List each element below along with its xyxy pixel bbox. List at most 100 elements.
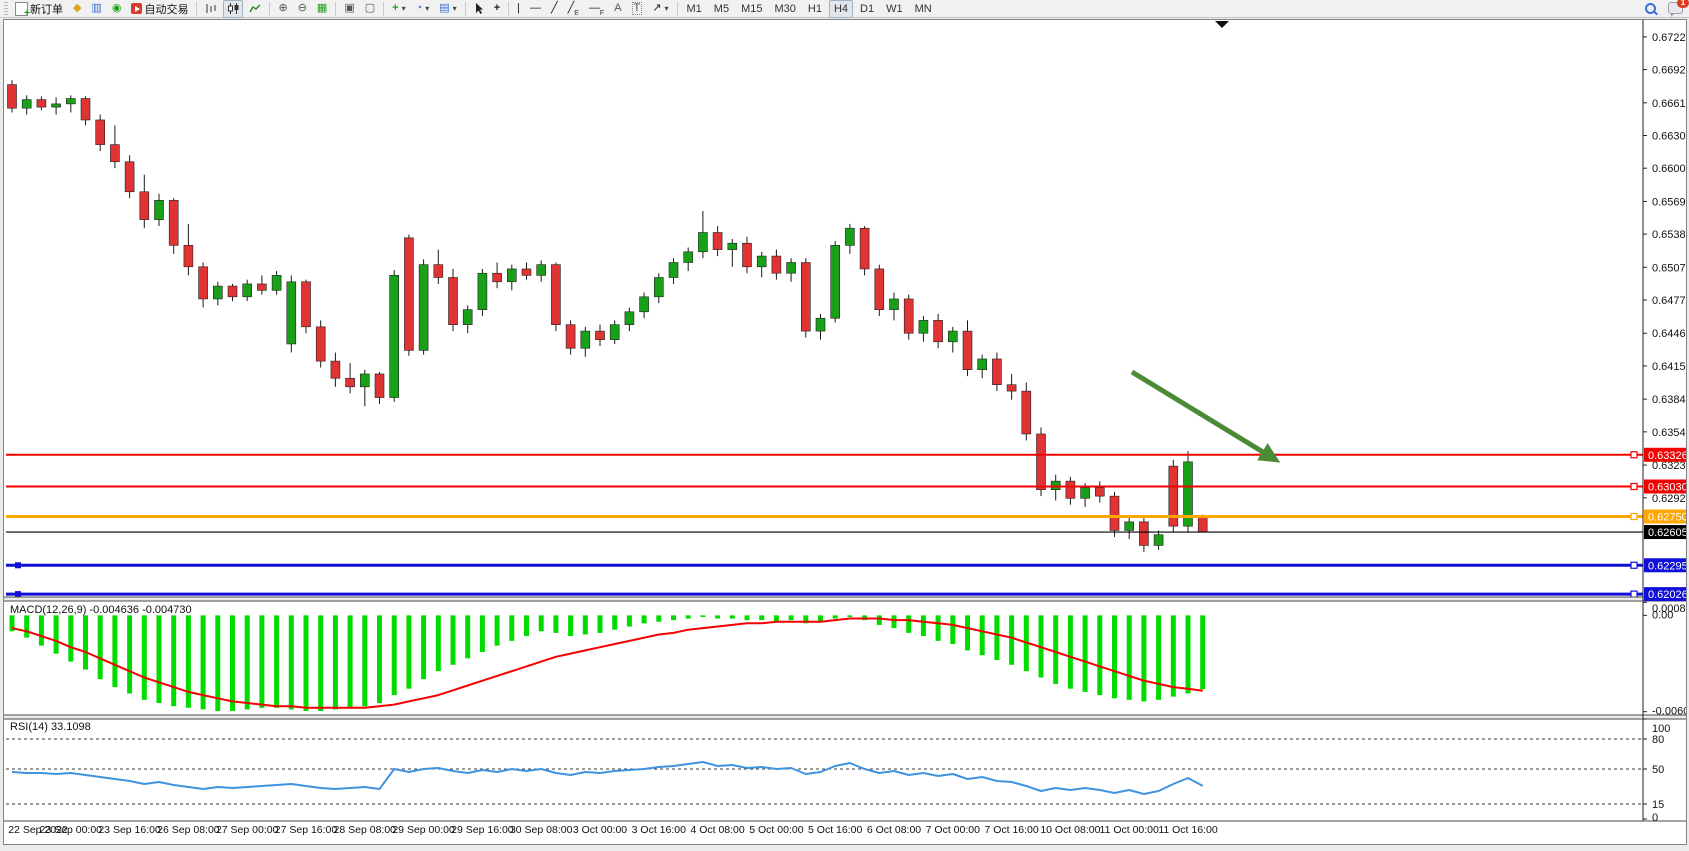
timeframe-mn-button[interactable]: MN <box>910 0 937 18</box>
signals-icon: ◉ <box>112 3 122 14</box>
timeframe-m5-button[interactable]: M5 <box>709 0 734 18</box>
macd-histogram-bar <box>745 615 750 620</box>
bullish-candle <box>684 252 693 263</box>
timeframe-h4-button[interactable]: H4 <box>829 0 853 18</box>
rsi-indicator-label: RSI(14) 33.1098 <box>10 721 91 733</box>
timeframe-d1-button[interactable]: D1 <box>855 0 879 18</box>
autotrading-label: 自动交易 <box>144 1 188 17</box>
timeframe-m1-button[interactable]: M1 <box>682 0 707 18</box>
cursor-button[interactable] <box>470 0 488 18</box>
svg-text:0.62026: 0.62026 <box>1648 589 1686 601</box>
bullish-candle <box>213 286 222 299</box>
macd-histogram-bar <box>642 615 647 623</box>
line-chart-button[interactable] <box>245 0 265 18</box>
arrows-button[interactable]: ↗ ▾ <box>648 0 672 18</box>
toolbar-separator <box>269 2 270 16</box>
timeframe-w1-button[interactable]: W1 <box>881 0 908 18</box>
macd-histogram-bar <box>656 615 661 621</box>
macd-histogram-bar <box>127 615 132 693</box>
market-depth-button[interactable]: ▥ <box>87 0 105 18</box>
svg-text:0.63326: 0.63326 <box>1648 450 1686 462</box>
macd-histogram-bar <box>171 615 176 706</box>
bullish-candle <box>243 284 252 297</box>
bearish-candle <box>596 331 605 340</box>
macd-histogram-bar <box>1141 615 1146 701</box>
bearish-candle <box>1022 391 1031 434</box>
bullish-candle <box>698 232 707 251</box>
trendline-button[interactable]: ╱ <box>547 0 562 18</box>
price-axis-tick: 0.67225 <box>1652 32 1686 44</box>
bearish-candle <box>860 228 869 269</box>
new-chart-button[interactable]: + ▾ <box>388 0 409 18</box>
svg-text:0.63030: 0.63030 <box>1648 482 1686 494</box>
macd-histogram-bar <box>230 615 235 711</box>
autotrading-button[interactable]: 自动交易 <box>127 0 192 18</box>
chevron-down-icon: ▾ <box>664 4 668 13</box>
zoom-in-button[interactable]: ⊕ <box>274 0 291 18</box>
chevron-down-icon: ▾ <box>425 4 429 13</box>
bar-chart-button[interactable] <box>201 0 221 18</box>
bullish-candle <box>155 200 164 219</box>
cascade-windows-button[interactable]: ▣ <box>340 0 358 18</box>
bearish-candle <box>1139 522 1148 546</box>
candlestick-chart-button[interactable] <box>223 0 243 18</box>
period-button[interactable]: ◔ ▾ <box>412 0 434 18</box>
template-button[interactable]: ▤ ▾ <box>435 0 460 18</box>
chart-canvas[interactable]: 0.672250.669200.666100.663050.660000.656… <box>4 20 1686 844</box>
bullish-candle <box>272 275 281 290</box>
text-tool-button[interactable]: A <box>610 0 625 18</box>
macd-histogram-bar <box>465 615 470 658</box>
notifications-button[interactable]: 1 <box>1668 2 1683 17</box>
tile-windows-button[interactable]: ▦ <box>313 0 331 18</box>
bullish-candle <box>948 331 957 342</box>
tick-chart-button[interactable]: ◆ <box>69 0 85 18</box>
macd-histogram-bar <box>1112 615 1117 698</box>
zoom-out-button[interactable]: ⊖ <box>294 0 311 18</box>
macd-histogram-bar <box>598 615 603 633</box>
time-axis-label: 5 Oct 00:00 <box>749 824 803 836</box>
chevron-down-icon: ▾ <box>402 4 406 13</box>
macd-axis-tick: 0.00 <box>1652 609 1673 621</box>
bullish-candle <box>816 318 825 331</box>
macd-histogram-bar <box>245 615 250 709</box>
macd-histogram-bar <box>24 615 29 637</box>
bearish-candle <box>434 265 443 278</box>
notification-badge: 1 <box>1677 0 1689 8</box>
macd-histogram-bar <box>1068 615 1073 688</box>
search-button[interactable] <box>1645 3 1656 17</box>
crosshair-button[interactable]: + <box>490 0 504 18</box>
macd-histogram-bar <box>1156 615 1161 700</box>
signals-button[interactable]: ◉ <box>108 0 126 18</box>
toolbar-separator <box>465 2 466 16</box>
macd-histogram-bar <box>318 615 323 711</box>
timeframe-h1-button[interactable]: H1 <box>803 0 827 18</box>
arrange-windows-button[interactable]: ▢ <box>361 0 379 18</box>
bearish-candle <box>551 265 560 325</box>
horizontal-line-button[interactable]: — <box>526 0 545 18</box>
trendline-icon: ╱ <box>551 3 558 14</box>
fibonacci-button[interactable]: — F <box>585 0 608 18</box>
timeframe-m15-button[interactable]: M15 <box>736 0 767 18</box>
text-label-button[interactable]: T <box>628 0 647 18</box>
vertical-line-button[interactable]: | <box>513 0 524 18</box>
timeframe-m30-button[interactable]: M30 <box>769 0 800 18</box>
svg-text:0.62750: 0.62750 <box>1648 512 1686 524</box>
toolbar-drag-handle[interactable] <box>4 2 8 16</box>
text-label-icon: T <box>632 2 643 15</box>
price-axis-tick: 0.65075 <box>1652 262 1686 274</box>
macd-histogram-bar <box>936 615 941 641</box>
equidistant-channel-button[interactable]: ╱ E <box>564 0 583 18</box>
new-order-button[interactable]: + 新订单 <box>11 0 67 18</box>
macd-histogram-bar <box>304 615 309 711</box>
macd-histogram-bar <box>348 615 353 707</box>
bar-chart-icon <box>205 3 217 14</box>
macd-histogram-bar <box>1053 615 1058 684</box>
price-axis-tick: 0.66920 <box>1652 65 1686 77</box>
macd-histogram-bar <box>759 615 764 620</box>
bullish-candle <box>978 359 987 370</box>
bullish-candle <box>1081 488 1090 499</box>
price-axis-tick: 0.66305 <box>1652 130 1686 142</box>
macd-histogram-bar <box>1200 615 1205 689</box>
bearish-candle <box>743 243 752 267</box>
bearish-candle <box>125 162 134 192</box>
